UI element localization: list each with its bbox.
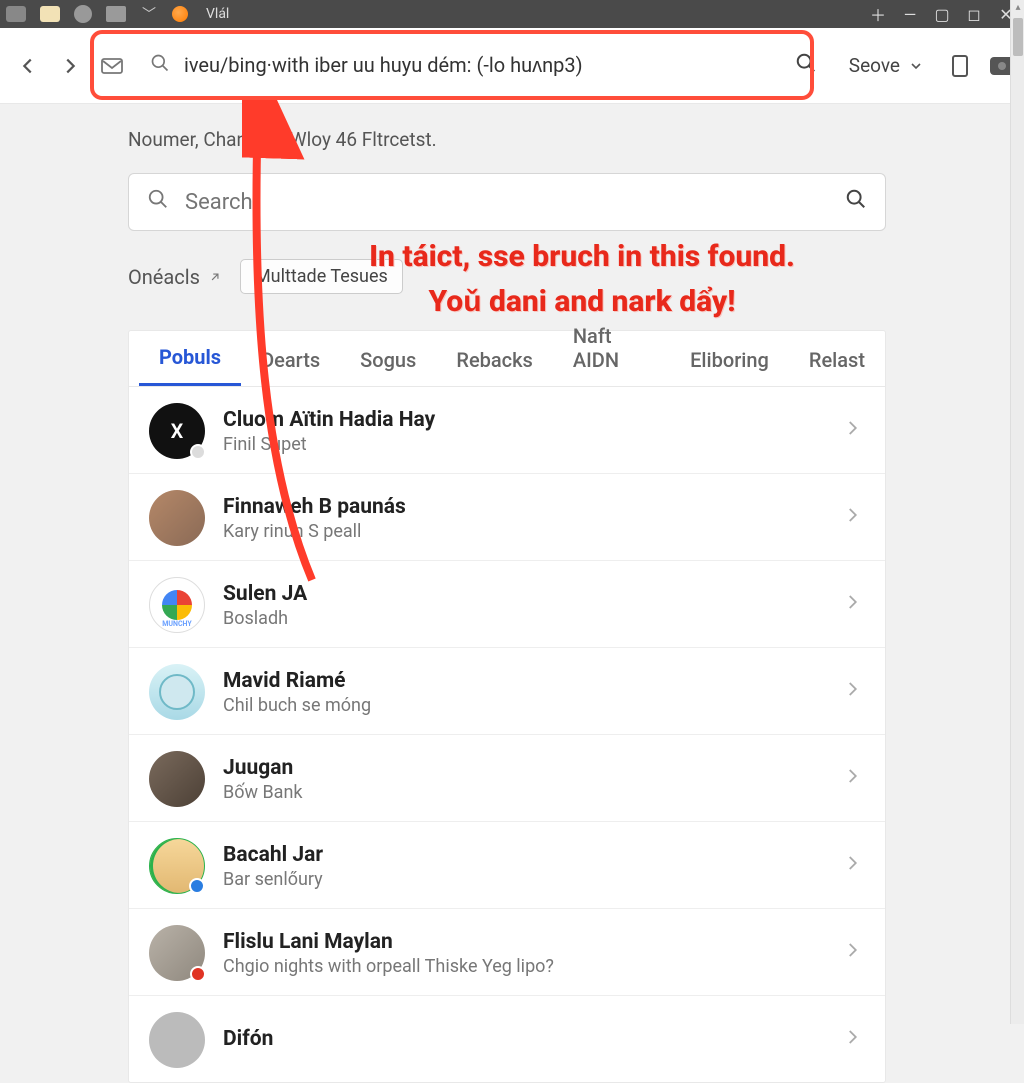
breadcrumb: Noumer, Chantond Wloy 46 Fltrcetst. xyxy=(128,128,1024,151)
avatar xyxy=(149,664,205,720)
list-item-subtitle: Finil Supet xyxy=(223,434,825,455)
list-item[interactable]: JuuganBốw Bank xyxy=(129,735,885,822)
chevron-right-icon xyxy=(843,588,861,623)
address-bar[interactable] xyxy=(136,42,831,90)
list-item[interactable]: Flislu Lani MaylanChgio nights with orpe… xyxy=(129,909,885,996)
list-item-text: Finnaweh B paunásKary rinun S peall xyxy=(223,495,825,542)
maximize-button[interactable]: ◻ xyxy=(962,2,986,26)
list-item[interactable]: Bacahl JarBar senlőury xyxy=(129,822,885,909)
chevron-right-icon xyxy=(843,675,861,710)
minimize-button[interactable]: — xyxy=(898,2,922,26)
list-item-title: Mavid Riamé xyxy=(223,669,825,693)
list-item-text: Bacahl JarBar senlőury xyxy=(223,843,825,890)
list-item-text: Sulen JABosladh xyxy=(223,582,825,629)
chevron-down-icon xyxy=(908,58,924,74)
list-item-title: Sulen JA xyxy=(223,582,825,606)
scroll-up-icon[interactable]: ▴ xyxy=(1013,2,1023,14)
titlebar-left-icons: ﹀ Vlál xyxy=(6,5,229,23)
list-item-title: Finnaweh B paunás xyxy=(223,495,825,519)
page-search-button[interactable] xyxy=(845,188,867,216)
forward-button[interactable] xyxy=(56,52,84,80)
list-item-subtitle: Chgio nights with orpeall Thiske Yeg lip… xyxy=(223,956,825,977)
window-controls: ＋ — ▢ ◻ ✕ xyxy=(866,2,1018,26)
tab-eliboring[interactable]: Eliboring xyxy=(670,334,789,386)
window-titlebar: ﹀ Vlál ＋ — ▢ ◻ ✕ xyxy=(0,0,1024,28)
avatar: X xyxy=(149,403,205,459)
tab-sogus[interactable]: Sogus xyxy=(340,334,436,386)
filter-chip[interactable]: Multtade Tesues xyxy=(240,259,403,294)
tab-naft-aidn[interactable]: Naft AIDN xyxy=(553,310,670,386)
profile-dropdown-label: Seove xyxy=(849,54,900,77)
avatar: MUNCHY xyxy=(149,577,205,633)
list-item-title: Bacahl Jar xyxy=(223,843,825,867)
chevron-down-icon[interactable]: ﹀ xyxy=(140,5,158,23)
search-icon xyxy=(147,188,169,216)
avatar xyxy=(149,490,205,546)
message-icon[interactable] xyxy=(40,6,60,22)
list-item[interactable]: Finnaweh B paunásKary rinun S peall xyxy=(129,474,885,561)
list-item-subtitle: Bosladh xyxy=(223,608,825,629)
chevron-right-icon xyxy=(843,501,861,536)
list-item-text: Flislu Lani MaylanChgio nights with orpe… xyxy=(223,930,825,977)
page-search-box[interactable] xyxy=(128,173,886,231)
avatar xyxy=(149,925,205,981)
list-item-title: Cluom Aïtin Hadia Hay xyxy=(223,408,825,432)
app-icon xyxy=(6,6,26,22)
tab-pobuls[interactable]: Pobuls xyxy=(139,331,241,386)
chevron-right-icon xyxy=(843,414,861,449)
scroll-thumb[interactable] xyxy=(1013,18,1023,56)
tab-rebacks[interactable]: Rebacks xyxy=(436,334,552,386)
status-badge xyxy=(190,444,206,460)
list-item-text: Difón xyxy=(223,1027,825,1053)
list-item-subtitle: Chil buch se móng xyxy=(223,695,825,716)
device-icon[interactable] xyxy=(106,6,126,22)
profile-dropdown[interactable]: Seove xyxy=(849,54,924,77)
mail-icon[interactable] xyxy=(98,52,126,80)
list-item-subtitle: Bốw Bank xyxy=(223,782,825,803)
browser-toolbar: Seove xyxy=(0,28,1024,104)
list-item-subtitle: Kary rinun S peall xyxy=(223,521,825,542)
tabs-row: Pobuls Dearts Sogus Rebacks Naft AIDN El… xyxy=(129,331,885,387)
back-button[interactable] xyxy=(14,52,42,80)
profile-icon[interactable] xyxy=(172,6,188,22)
avatar xyxy=(149,751,205,807)
address-input[interactable] xyxy=(184,54,781,78)
list-item-title: Juugan xyxy=(223,756,825,780)
results-card: Pobuls Dearts Sogus Rebacks Naft AIDN El… xyxy=(128,330,886,1083)
status-badge xyxy=(189,878,205,894)
status-badge xyxy=(190,966,206,982)
list-item-subtitle: Bar senlőury xyxy=(223,869,825,890)
list-item[interactable]: X Cluom Aïtin Hadia HayFinil Supet xyxy=(129,387,885,474)
device-button[interactable] xyxy=(948,55,972,77)
filter-label[interactable]: Onéacls xyxy=(128,265,222,289)
list-item-text: JuuganBốw Bank xyxy=(223,756,825,803)
list-item[interactable]: Mavid RiaméChil buch se móng xyxy=(129,648,885,735)
chevron-right-icon xyxy=(843,936,861,971)
restore-button[interactable]: ▢ xyxy=(930,2,954,26)
window-title: Vlál xyxy=(206,6,229,22)
list-item-title: Flislu Lani Maylan xyxy=(223,930,825,954)
toolbar-right-icons xyxy=(948,55,1014,77)
list-item-title: Difón xyxy=(223,1027,825,1051)
list-item-text: Mavid RiaméChil buch se móng xyxy=(223,669,825,716)
page-scrollbar[interactable]: ▴ xyxy=(1010,0,1024,1024)
chevron-right-icon xyxy=(843,1023,861,1058)
notify-icon[interactable] xyxy=(74,5,92,23)
chevron-right-icon xyxy=(843,762,861,797)
tab-relast[interactable]: Relast xyxy=(789,334,875,386)
addr-search-button[interactable] xyxy=(795,52,817,80)
chevron-right-icon xyxy=(843,849,861,884)
new-tab-button[interactable]: ＋ xyxy=(866,2,890,26)
external-icon xyxy=(208,270,222,284)
page-content: Noumer, Chantond Wloy 46 Fltrcetst. Onéa… xyxy=(0,104,1024,1083)
list-item[interactable]: MUNCHY Sulen JABosladh xyxy=(129,561,885,648)
tab-dearts[interactable]: Dearts xyxy=(241,334,340,386)
avatar xyxy=(149,838,205,894)
list-item[interactable]: Difón xyxy=(129,996,885,1082)
search-icon xyxy=(150,53,170,78)
page-search-input[interactable] xyxy=(185,190,829,215)
filter-bar: Onéacls Multtade Tesues xyxy=(128,259,1024,294)
list-item-text: Cluom Aïtin Hadia HayFinil Supet xyxy=(223,408,825,455)
avatar xyxy=(149,1012,205,1068)
